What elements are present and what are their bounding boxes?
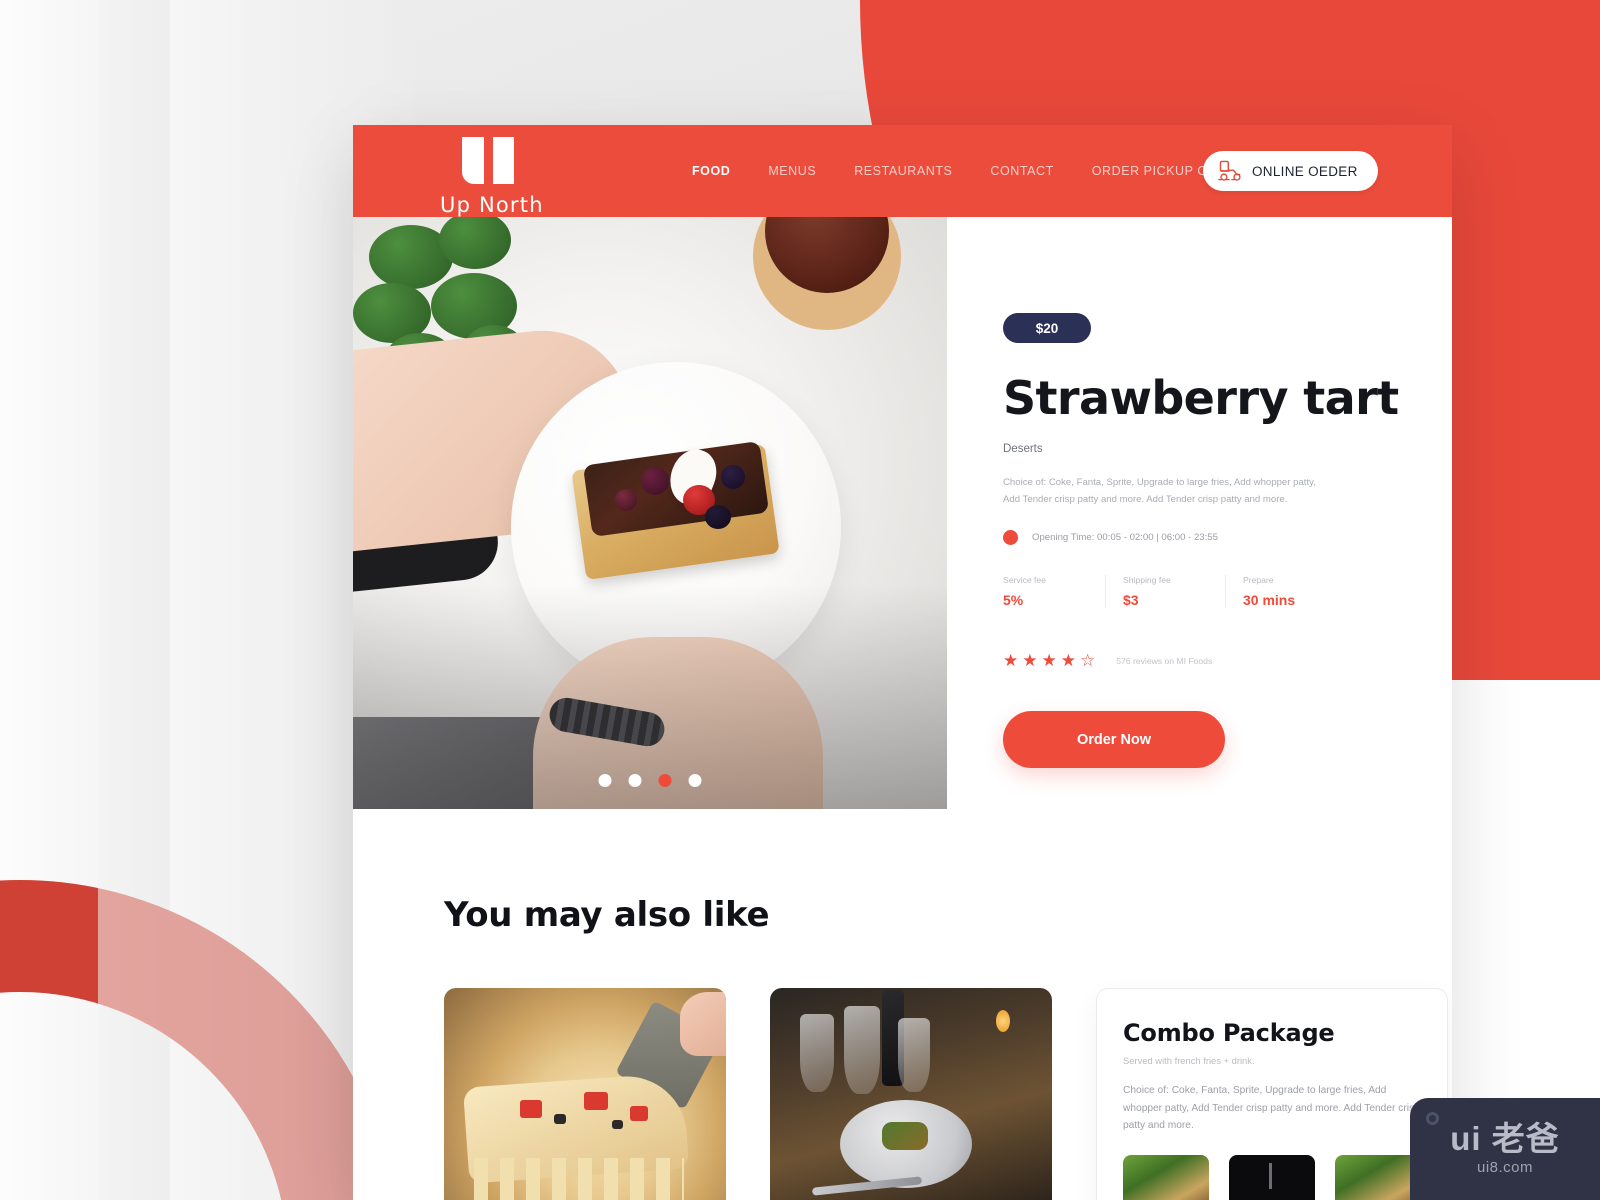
opening-hours-text: Opening Time: 00:05 - 02:00 | 06:00 - 23… [1032, 532, 1218, 544]
product-title: Strawberry tart [1003, 371, 1399, 425]
fee-stats: Service fee 5% Shipping fee $3 Prepare 3… [1003, 575, 1345, 609]
rating-row: ★ ★ ★ ★ ☆ 576 reviews on MI Foods [1003, 652, 1452, 669]
two-bars-logo-icon [462, 137, 610, 184]
brand-logo[interactable]: Up North [440, 137, 610, 217]
price-badge: $20 [1003, 313, 1091, 343]
combo-title: Combo Package [1123, 1019, 1335, 1047]
stat-value: 5% [1003, 592, 1024, 609]
nav-item-food[interactable]: FOOD [673, 164, 749, 178]
product-detail-panel: $20 Strawberry tart Deserts Choice of: C… [947, 217, 1452, 809]
status-dot-icon [1003, 530, 1018, 546]
hero-section: $20 Strawberry tart Deserts Choice of: C… [353, 217, 1452, 809]
combo-thumb-salad[interactable] [1123, 1154, 1209, 1200]
star-rating[interactable]: ★ ★ ★ ★ ☆ [1003, 652, 1095, 669]
star-filled-icon: ★ [1041, 651, 1057, 671]
stat-label: Service fee [1003, 575, 1046, 586]
carousel-dot-1[interactable] [598, 774, 612, 787]
stat-label: Shipping fee [1123, 575, 1171, 586]
online-order-label: ONLINE OEDER [1252, 163, 1358, 179]
combo-subtitle: Served with french fries + drink. [1123, 1055, 1255, 1066]
stat-label: Prepare [1243, 575, 1274, 586]
camera-dot-icon [1426, 1112, 1439, 1125]
stat-value: 30 mins [1243, 592, 1296, 609]
site-header: Up North FOOD MENUS RESTAURANTS CONTACT … [353, 125, 1452, 217]
nav-item-restaurants[interactable]: RESTAURANTS [835, 164, 971, 178]
hero-product-image [353, 217, 947, 809]
review-count-text: 576 reviews on MI Foods [1116, 655, 1213, 666]
watermark-sub-text: ui8.com [1476, 1159, 1534, 1176]
recommendation-cards: Combo Package Served with french fries +… [444, 988, 1452, 1200]
star-filled-icon: ★ [1003, 651, 1019, 671]
combo-thumb-salad-2[interactable] [1335, 1154, 1421, 1200]
delivery-scooter-icon [1218, 160, 1241, 181]
website-mockup: Up North FOOD MENUS RESTAURANTS CONTACT … [353, 125, 1452, 1200]
carousel-dot-2[interactable] [628, 774, 642, 787]
carousel-dot-3[interactable] [658, 774, 672, 787]
combo-thumb-dark[interactable] [1229, 1154, 1315, 1200]
restaurant-table-photo-card[interactable] [770, 988, 1052, 1200]
carousel-dots [598, 774, 702, 787]
section-title: You may also like [444, 895, 770, 935]
nav-item-contact[interactable]: CONTACT [971, 164, 1072, 178]
star-filled-icon: ★ [1060, 651, 1076, 671]
combo-package-card[interactable]: Combo Package Served with french fries +… [1096, 988, 1448, 1200]
watermark-main-text: ui 老爸 [1450, 1120, 1560, 1157]
pizza-photo-card[interactable] [444, 988, 726, 1200]
opening-hours-row: Opening Time: 00:05 - 02:00 | 06:00 - 23… [1003, 530, 1452, 546]
nav-item-menus[interactable]: MENUS [749, 164, 835, 178]
stat-service-fee: Service fee 5% [1003, 575, 1105, 608]
stat-shipping-fee: Shipping fee $3 [1105, 575, 1225, 609]
screenshot-stage: Up North FOOD MENUS RESTAURANTS CONTACT … [0, 0, 1600, 1200]
stat-value: $3 [1123, 592, 1139, 609]
ui8-watermark: ui 老爸 ui8.com [1410, 1098, 1600, 1200]
star-filled-icon: ★ [1022, 651, 1038, 671]
online-order-button[interactable]: ONLINE OEDER [1203, 151, 1378, 191]
star-empty-icon: ☆ [1080, 651, 1096, 671]
stat-prepare-time: Prepare 30 mins [1225, 575, 1345, 609]
order-now-button[interactable]: Order Now [1003, 711, 1225, 769]
combo-thumbnails [1123, 1154, 1421, 1200]
combo-description: Choice of: Coke, Fanta, Sprite, Upgrade … [1123, 1085, 1420, 1132]
brand-name: Up North [440, 193, 544, 217]
carousel-dot-4[interactable] [688, 774, 702, 787]
product-category: Deserts [1003, 443, 1043, 455]
product-description: Choice of: Coke, Fanta, Sprite, Upgrade … [1003, 477, 1316, 506]
you-may-also-like-section: You may also like Combo Package Served w… [353, 809, 1452, 1200]
